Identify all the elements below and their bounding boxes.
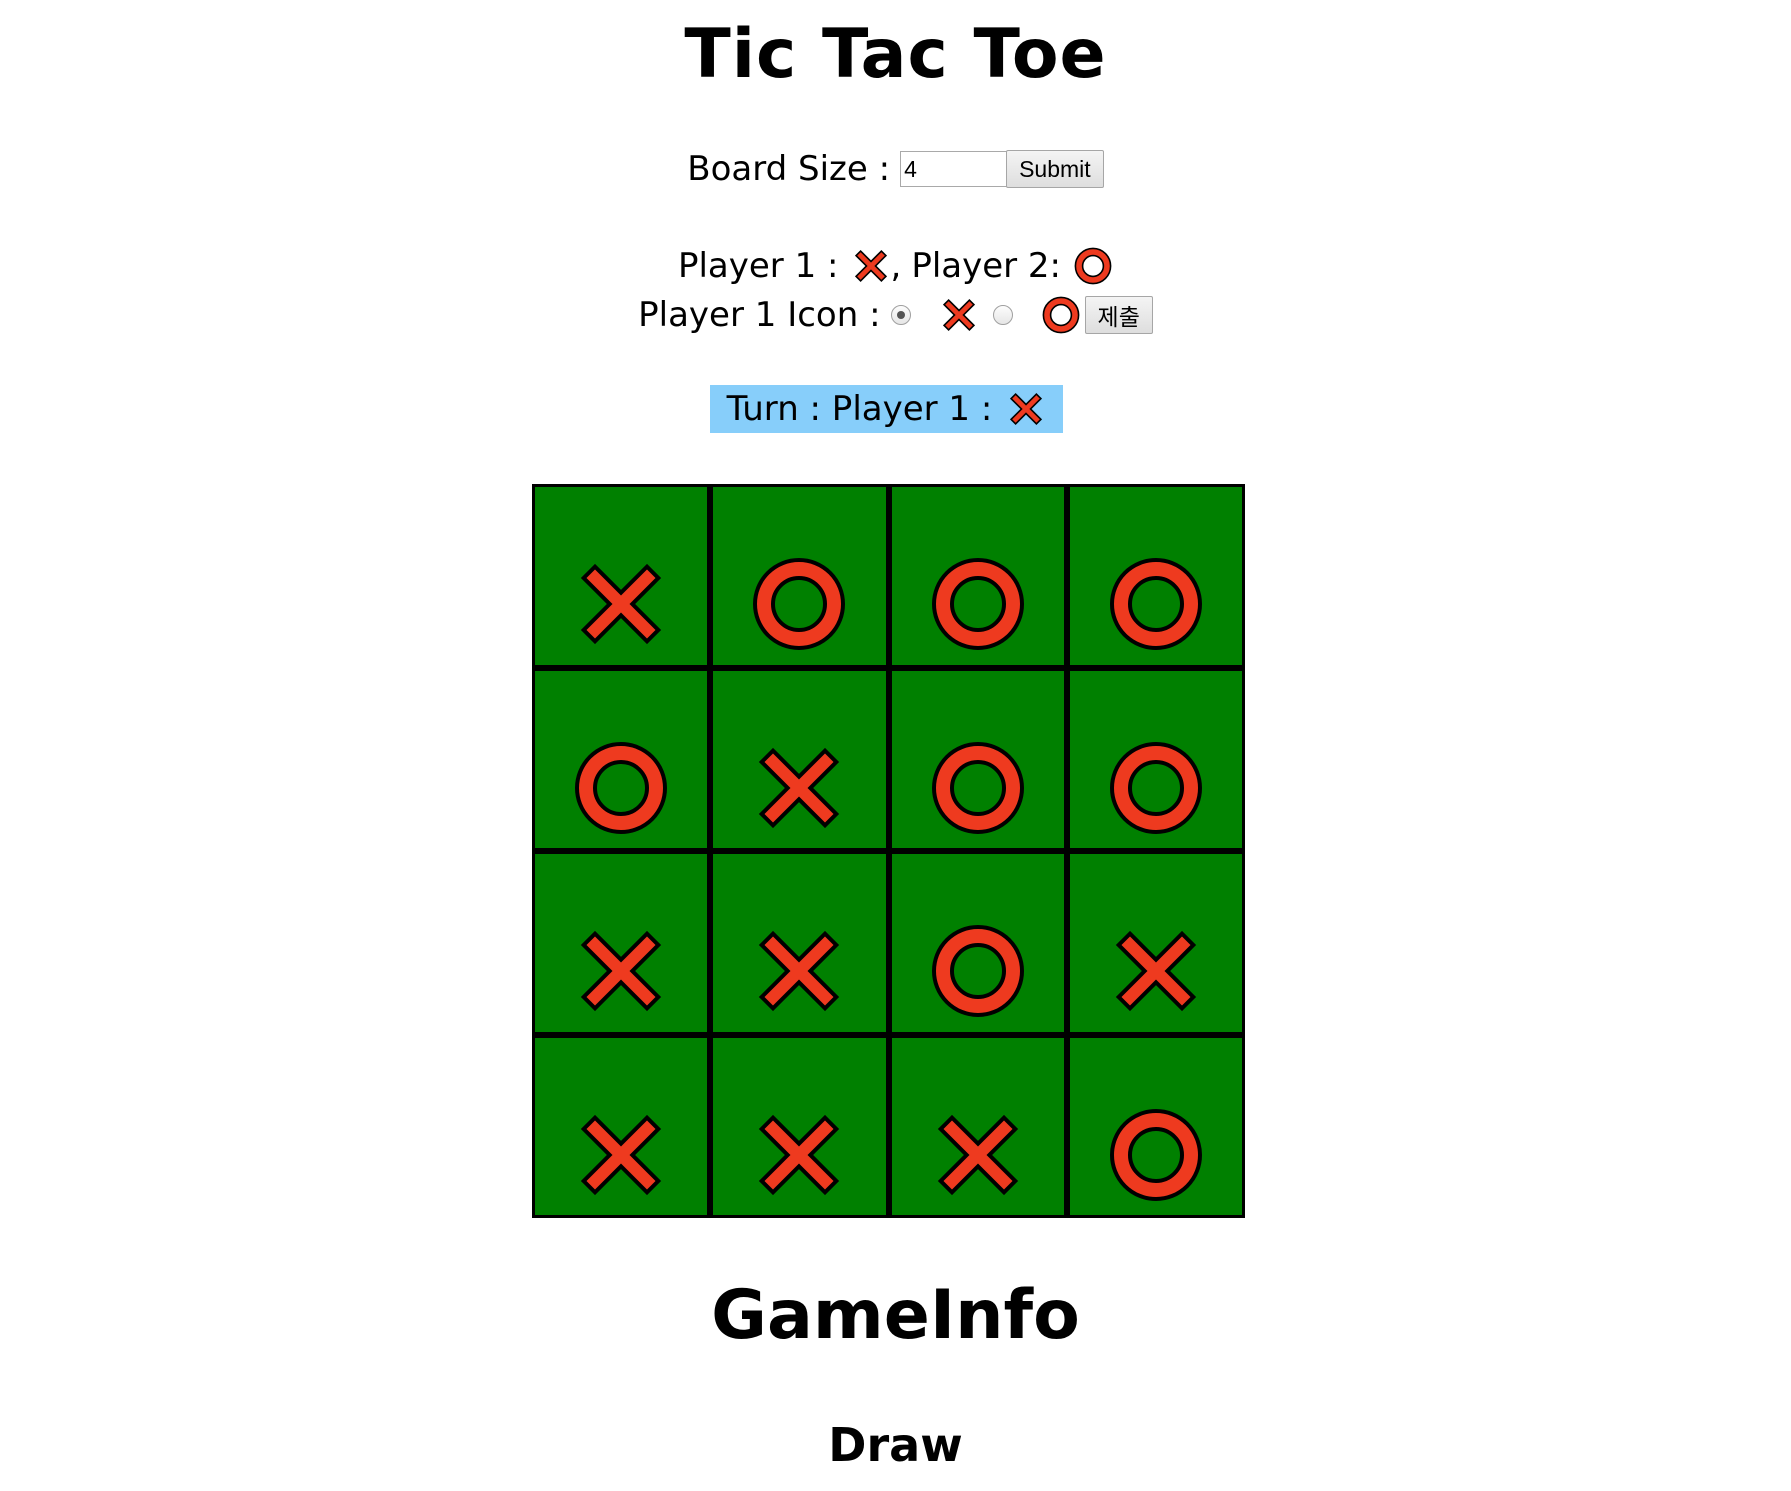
board-cell-1-0[interactable] [535,670,708,848]
turn-x-icon [1006,389,1046,429]
player1-label: Player 1 : [677,246,839,286]
board-cell-2-2[interactable] [891,854,1064,1032]
o-mark-icon [1106,1105,1206,1205]
turn-indicator: Turn : Player 1 : [710,385,1063,433]
board-cell-3-1[interactable] [713,1037,886,1215]
board-cell-1-2[interactable] [891,670,1064,848]
player1-x-icon [851,246,891,286]
board-cell-3-3[interactable] [1069,1037,1242,1215]
x-option-icon [939,295,979,335]
board-cell-3-2[interactable] [891,1037,1064,1215]
board-size-input[interactable] [900,151,1008,187]
board-cell-3-0[interactable] [535,1037,708,1215]
board-cell-1-1[interactable] [713,670,886,848]
o-mark-icon [571,738,671,838]
players-row: Player 1 : , Player 2: [0,244,1791,288]
board-cell-1-3[interactable] [1069,670,1242,848]
o-mark-icon [928,554,1028,654]
player2-o-icon [1073,246,1113,286]
player2-label: Player 2: [911,246,1062,286]
icon-submit-button[interactable]: 제출 [1084,296,1153,334]
o-mark-icon [928,738,1028,838]
x-mark-icon [928,1105,1028,1205]
turn-label: Turn : Player 1 : [726,389,993,429]
o-mark-icon [749,554,849,654]
x-mark-icon [749,738,849,838]
x-mark-icon [571,921,671,1021]
board-cell-0-0[interactable] [535,487,708,665]
board-cell-0-3[interactable] [1069,487,1242,665]
x-mark-icon [749,921,849,1021]
o-mark-icon [1106,554,1206,654]
board-cell-2-1[interactable] [713,854,886,1032]
gameinfo-title: GameInfo [711,1276,1080,1355]
page-title: Tic Tac Toe [684,15,1107,94]
player1-icon-row: Player 1 Icon : 제출 [0,293,1791,337]
board-cell-0-2[interactable] [891,487,1064,665]
x-mark-icon [571,554,671,654]
x-mark-icon [749,1105,849,1205]
board-cell-2-0[interactable] [535,854,708,1032]
o-option-icon [1041,295,1081,335]
board-cell-0-1[interactable] [713,487,886,665]
icon-radio-x[interactable] [890,305,911,325]
board-size-row: Board Size : Submit [0,149,1791,189]
board-cell-2-3[interactable] [1069,854,1242,1032]
game-result: Draw [828,1418,963,1472]
icon-radio-o[interactable] [992,305,1013,325]
o-mark-icon [928,921,1028,1021]
x-mark-icon [1106,921,1206,1021]
x-mark-icon [571,1105,671,1205]
player-separator: , [890,246,902,286]
board-size-label: Board Size : [687,149,891,189]
board-size-submit-button[interactable]: Submit [1006,150,1104,188]
o-mark-icon [1106,738,1206,838]
player1-icon-label: Player 1 Icon : [638,295,881,335]
game-board [532,484,1245,1218]
